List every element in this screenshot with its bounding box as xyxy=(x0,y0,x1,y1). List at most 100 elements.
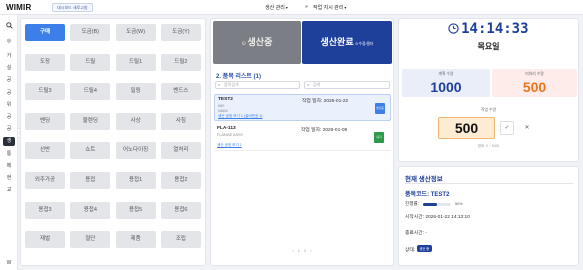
search-input[interactable]: ⌕ 검색 xyxy=(304,81,390,89)
category-button[interactable]: 벤딩 xyxy=(25,112,65,130)
process-link[interactable]: 생산 공정 보기 1 xyxy=(217,143,242,148)
item-code-value: TEST2 xyxy=(430,192,450,198)
close-icon: ✕ xyxy=(524,125,530,131)
sidebar-item[interactable]: 공 xyxy=(3,76,15,85)
item-code: FLA-113 xyxy=(217,126,236,131)
process-link[interactable]: 생산 공정 보기 1 (설비번호 1) xyxy=(218,114,262,119)
status-button[interactable]: 생산중 xyxy=(375,103,385,114)
list-item[interactable]: TEST2 작업 일자: 2026-01-22 660 NAB2 생산 공정 보기 1 … xyxy=(214,94,391,121)
category-button[interactable]: 벤드스 xyxy=(160,83,201,101)
remaining-quantity-label: 미처리 수량 xyxy=(525,72,544,76)
category-button[interactable]: 드릴4 xyxy=(70,83,111,101)
settings-icon[interactable]: ◎ xyxy=(3,37,15,46)
category-button[interactable]: 밀링 xyxy=(115,83,156,101)
category-button[interactable]: 제품 xyxy=(115,231,156,249)
app-logo: WIMIR xyxy=(6,3,32,12)
category-button[interactable]: 용접5 xyxy=(115,201,156,219)
state-label: 상태: xyxy=(405,248,416,253)
sidebar-item[interactable]: 공 xyxy=(3,113,15,122)
category-button[interactable]: 쇼트 xyxy=(70,142,111,160)
item-code-label: 품목코드: xyxy=(405,192,430,198)
category-button[interactable]: 용접6 xyxy=(160,201,201,219)
plan-quantity-label: 계획 수량 xyxy=(438,72,454,76)
category-button[interactable]: 어노다이징 xyxy=(115,142,156,160)
status-badge: 생산 중 xyxy=(416,245,433,252)
item-sub2: NAB2 xyxy=(218,109,228,113)
search-icon: ⌕ xyxy=(307,82,310,87)
category-button[interactable]: 용접4 xyxy=(70,201,111,219)
clear-quantity-button[interactable]: ✕ xyxy=(520,121,534,135)
work-quantity-input[interactable]: 500 xyxy=(438,117,495,139)
plan-quantity-value: 1000 xyxy=(430,79,462,95)
category-button[interactable]: 도금(B) xyxy=(70,24,111,41)
menu-work-order-management[interactable]: 작업 지시 관리▾ xyxy=(313,3,346,13)
item-search-placeholder: 품목검색 xyxy=(224,82,239,87)
category-button[interactable]: 용접1 xyxy=(115,172,156,189)
category-button[interactable]: 드릴1 xyxy=(115,53,156,71)
category-button[interactable]: 용접2 xyxy=(160,172,201,189)
pager-item[interactable]: ‹ xyxy=(292,248,293,253)
pager-item[interactable]: › xyxy=(310,248,311,253)
category-button[interactable]: 구매 xyxy=(25,24,65,41)
check-icon: ✓ xyxy=(504,125,510,131)
category-button[interactable]: 열처리 xyxy=(160,142,201,160)
category-button[interactable]: 절단 xyxy=(70,231,111,249)
confirm-quantity-button[interactable]: ✓ xyxy=(500,121,514,135)
category-button[interactable]: 선반 xyxy=(25,142,65,160)
sidebar-item[interactable]: 현 xyxy=(3,174,15,183)
category-button[interactable]: 불렌딩 xyxy=(70,112,111,130)
sidebar-item[interactable]: 가 xyxy=(3,52,15,61)
complete-production-sub: 수정/필터 xyxy=(358,42,374,46)
status-panel: 14:14:33 목요일 계획 수량 1000 미처리 수량 500 작업 수량… xyxy=(398,18,579,162)
dashboard-refresh-button[interactable]: 대시보드 새로고침 xyxy=(52,3,93,12)
sidebar: ◎ 가실공공위공공생통메현교 W xyxy=(0,15,18,270)
sidebar-item[interactable]: 공 xyxy=(3,89,15,98)
category-button[interactable]: 용접3 xyxy=(25,201,65,219)
remaining-quantity-value: 500 xyxy=(522,79,547,95)
category-button[interactable]: 도장 xyxy=(25,53,65,71)
sidebar-item[interactable]: 메 xyxy=(3,162,15,171)
category-button[interactable]: 도금(W) xyxy=(115,24,156,41)
sidebar-item[interactable]: 생 xyxy=(3,137,15,147)
category-button[interactable]: 드릴2 xyxy=(160,53,201,71)
item-search-input[interactable]: ⌕ 품목검색 xyxy=(215,81,300,89)
clock-icon xyxy=(448,23,460,34)
category-button[interactable]: 용접 xyxy=(70,172,111,189)
chevron-down-icon: ▾ xyxy=(285,5,288,10)
sidebar-item[interactable]: 공 xyxy=(3,125,15,134)
category-button[interactable]: 사침 xyxy=(160,112,201,130)
category-button[interactable]: 재벌 xyxy=(25,231,65,249)
sidebar-item[interactable]: 통 xyxy=(3,150,15,159)
search-icon[interactable] xyxy=(3,21,15,30)
complete-production-button[interactable]: 생산완료 ⊙수정/필터 xyxy=(302,21,392,64)
category-panel: 구매 도금(B) 도금(W) 도금(Y) 도장 드릴 드릴1 드릴2 드릴3 드릴4 밀링 벤드스벤딩… xyxy=(20,18,206,266)
category-button[interactable]: 사상 xyxy=(115,112,156,130)
start-production-button[interactable]: ⊙ 생산중 xyxy=(213,21,301,64)
search-icon: ⌕ xyxy=(218,82,221,87)
category-button[interactable]: 드릴3 xyxy=(25,83,65,101)
pager-item[interactable]: 2 xyxy=(304,248,306,253)
top-bar: WIMIR 대시보드 새로고침 생산 관리▾ » 작업 지시 관리▾ xyxy=(0,0,583,15)
plan-quantity-card: 계획 수량 1000 xyxy=(402,69,490,97)
category-button[interactable]: 외주가공 xyxy=(25,172,65,189)
clock-time: 14:14:33 xyxy=(461,21,529,37)
production-info-panel: 현재 생산정보 품목코드: TEST2 진행률: 50% 시작시간: 2026-… xyxy=(398,166,579,266)
sidebar-bottom-label: W xyxy=(6,260,12,266)
clock-day: 목요일 xyxy=(477,42,500,51)
end-time-value: - xyxy=(425,231,427,236)
work-date: 작업 일자: 2026-01-09 xyxy=(301,128,348,133)
category-button[interactable]: 조립 xyxy=(160,231,201,249)
sidebar-item[interactable]: 위 xyxy=(3,101,15,110)
category-button[interactable]: 도금(Y) xyxy=(160,24,201,41)
category-button[interactable]: 드릴 xyxy=(70,53,111,71)
list-item[interactable]: FLA-113 작업 일자: 2026-01-09 FLANGE ASSY 생산 공정… xyxy=(214,124,391,151)
sidebar-item[interactable]: 실 xyxy=(3,64,15,73)
pager-item[interactable]: 1 xyxy=(298,248,300,253)
status-button[interactable]: 대기 xyxy=(374,132,384,143)
menu-production-management[interactable]: 생산 관리▾ xyxy=(265,3,288,13)
start-time-value: 2026-01-22 14:13:10 xyxy=(425,215,470,220)
clock: 14:14:33 xyxy=(399,21,578,37)
play-icon: ⊙ xyxy=(241,41,246,47)
progress-bar-fill xyxy=(423,203,437,206)
sidebar-item[interactable]: 교 xyxy=(3,186,15,195)
